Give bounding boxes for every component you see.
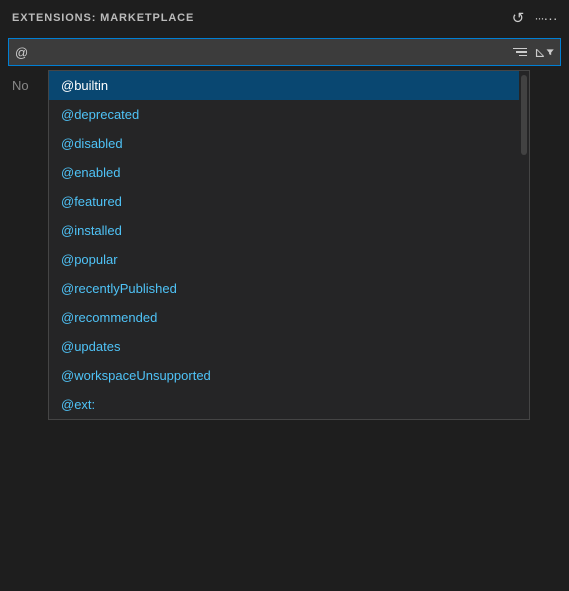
dropdown-item-popular[interactable]: @popular bbox=[49, 245, 519, 274]
dropdown-item-disabled[interactable]: @disabled bbox=[49, 129, 519, 158]
no-label: No bbox=[0, 70, 41, 591]
dropdown-item-installed[interactable]: @installed bbox=[49, 216, 519, 245]
dropdown-item-recently-published[interactable]: @recentlyPublished bbox=[49, 274, 519, 303]
search-at-symbol: @ bbox=[15, 45, 30, 60]
search-input[interactable] bbox=[34, 45, 506, 60]
dropdown-item-enabled[interactable]: @enabled bbox=[49, 158, 519, 187]
dropdown-item-featured[interactable]: @featured bbox=[49, 187, 519, 216]
content-area: No @builtin @deprecated @disabled @enabl… bbox=[0, 70, 569, 591]
dropdown-item-deprecated[interactable]: @deprecated bbox=[49, 100, 519, 129]
sort-icon bbox=[513, 48, 527, 57]
filter-button[interactable] bbox=[534, 42, 554, 62]
dropdown-item-recommended[interactable]: @recommended bbox=[49, 303, 519, 332]
sort-button[interactable] bbox=[510, 42, 530, 62]
dropdown-list: @builtin @deprecated @disabled @enabled … bbox=[49, 71, 519, 419]
refresh-button[interactable] bbox=[507, 7, 529, 29]
search-actions bbox=[510, 42, 554, 62]
header-actions: ··· bbox=[507, 7, 557, 29]
dropdown-item-ext[interactable]: @ext: bbox=[49, 390, 519, 419]
scrollbar-thumb bbox=[521, 75, 527, 155]
filter-icon bbox=[546, 45, 554, 59]
search-dropdown: @builtin @deprecated @disabled @enabled … bbox=[48, 70, 530, 420]
dropdown-scrollbar[interactable] bbox=[519, 71, 529, 419]
dropdown-item-updates[interactable]: @updates bbox=[49, 332, 519, 361]
panel-title: EXTENSIONS: MARKETPLACE bbox=[12, 12, 194, 24]
extensions-panel: EXTENSIONS: MARKETPLACE ··· @ bbox=[0, 0, 569, 591]
panel-header: EXTENSIONS: MARKETPLACE ··· bbox=[0, 0, 569, 36]
dropdown-item-workspace-unsupported[interactable]: @workspaceUnsupported bbox=[49, 361, 519, 390]
dropdown-item-builtin[interactable]: @builtin bbox=[49, 71, 519, 100]
more-actions-button[interactable]: ··· bbox=[535, 7, 557, 29]
search-bar[interactable]: @ bbox=[8, 38, 561, 66]
